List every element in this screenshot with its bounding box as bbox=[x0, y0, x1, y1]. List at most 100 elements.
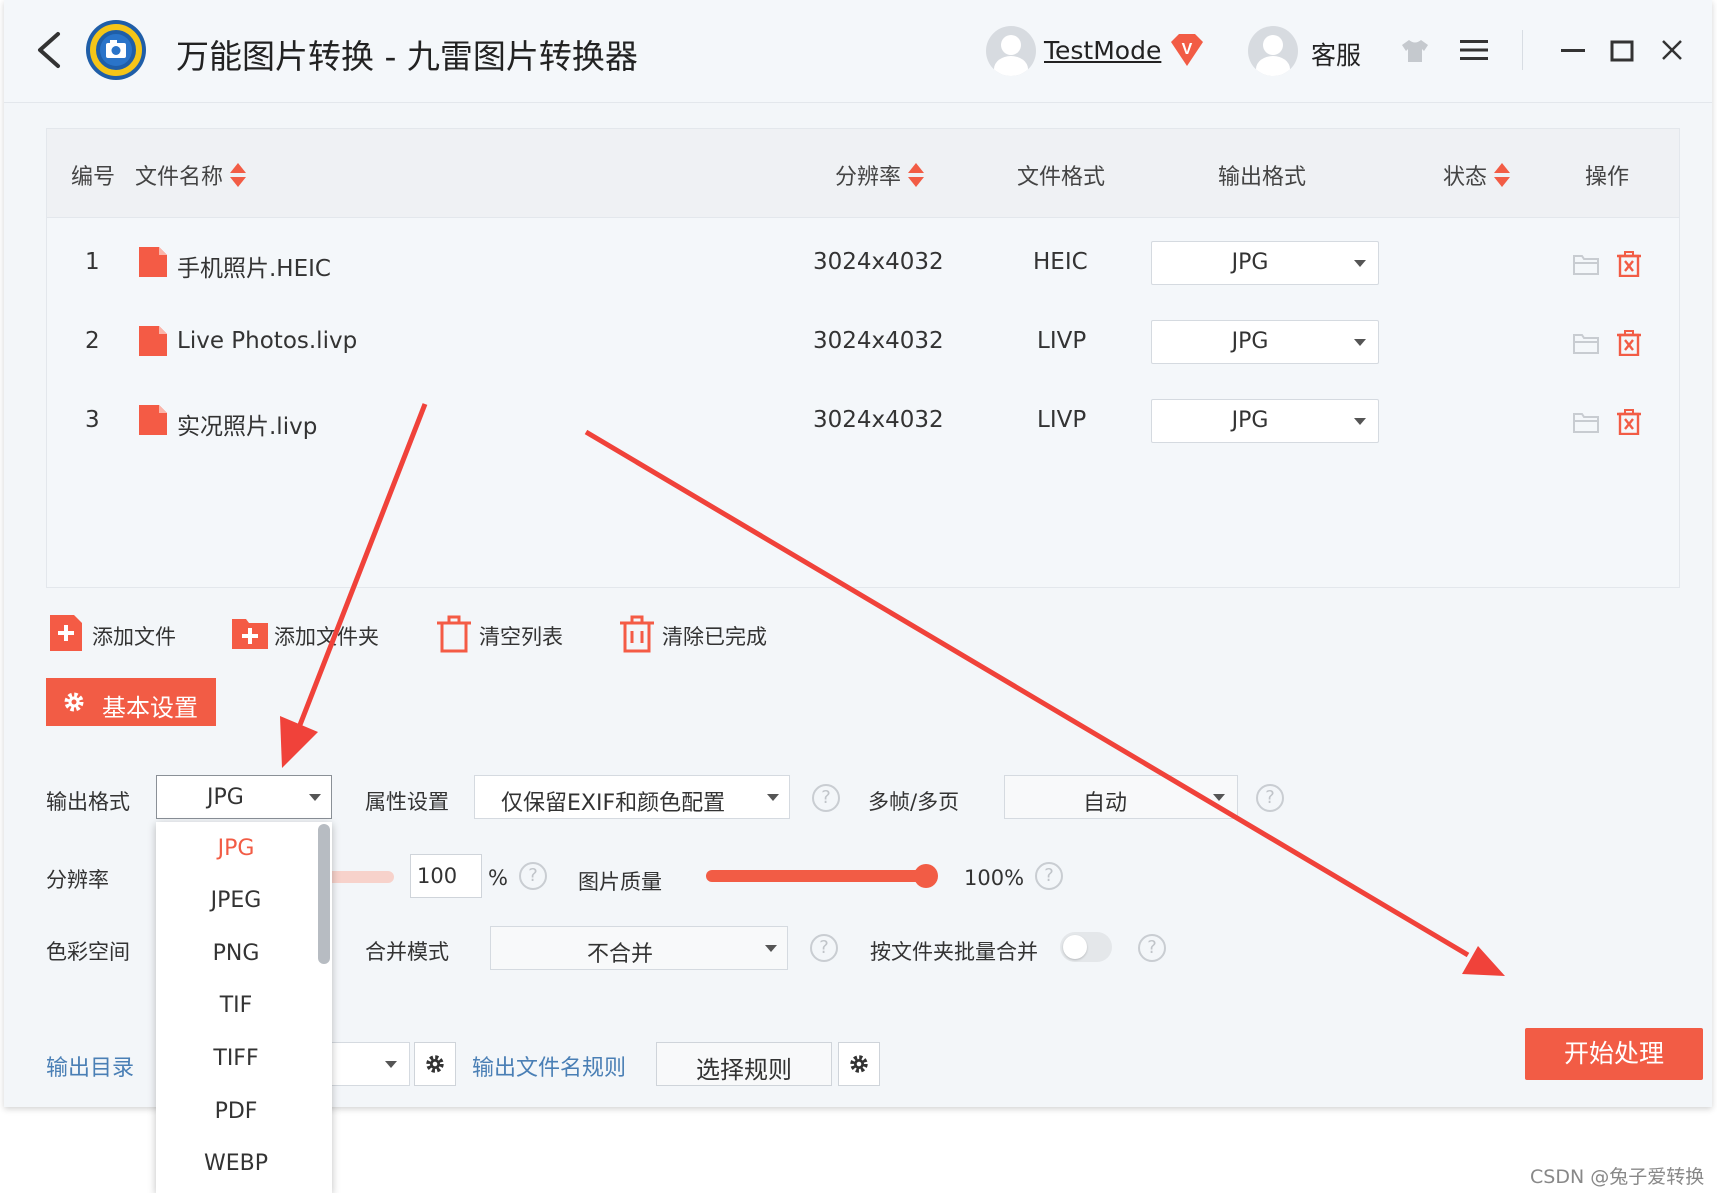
dropdown-option-pdf[interactable]: PDF bbox=[156, 1099, 316, 1124]
delete-icon[interactable] bbox=[1617, 330, 1641, 356]
row-filename: Live Photos.livp bbox=[177, 328, 358, 354]
merge-by-folder-label: 按文件夹批量合并 bbox=[870, 940, 1038, 964]
resolution-input[interactable]: 100 bbox=[410, 854, 482, 898]
clear-list-button[interactable]: 清空列表 bbox=[437, 613, 577, 653]
add-folder-icon bbox=[232, 619, 268, 649]
header-resolution[interactable]: 分辨率 bbox=[835, 159, 925, 191]
watermark-text: CSDN @兔子爱转换 bbox=[1530, 1166, 1705, 1188]
sort-icon[interactable] bbox=[907, 162, 925, 188]
dropdown-option-jpeg[interactable]: JPEG bbox=[156, 888, 316, 913]
header-output-format: 输出格式 bbox=[1218, 165, 1307, 190]
add-file-icon bbox=[50, 615, 82, 651]
delete-icon[interactable] bbox=[1617, 251, 1641, 277]
menu-hamburger-icon[interactable] bbox=[1458, 38, 1490, 62]
image-quality-slider-handle[interactable] bbox=[914, 864, 938, 888]
table-row[interactable]: 3 实况照片.livp 3024x4032 LIVP JPG bbox=[47, 385, 1679, 463]
open-folder-icon[interactable] bbox=[1573, 411, 1599, 433]
chevron-down-icon bbox=[1213, 794, 1225, 801]
merge-by-folder-toggle[interactable] bbox=[1060, 932, 1112, 962]
row-file-format: LIVP bbox=[1037, 407, 1087, 433]
row-filename: 手机照片.HEIC bbox=[177, 256, 331, 282]
header-file-format: 文件格式 bbox=[1017, 165, 1106, 190]
multiframe-value: 自动 bbox=[1083, 791, 1128, 816]
open-folder-icon[interactable] bbox=[1573, 332, 1599, 354]
customer-service-avatar[interactable] bbox=[1248, 26, 1298, 76]
maximize-icon[interactable] bbox=[1610, 40, 1634, 62]
header-filename[interactable]: 文件名称 bbox=[135, 159, 247, 191]
clear-completed-button[interactable]: 清除已完成 bbox=[620, 613, 780, 653]
gear-icon bbox=[64, 692, 84, 712]
help-icon[interactable]: ? bbox=[1035, 862, 1063, 890]
dropdown-option-tif[interactable]: TIF bbox=[156, 993, 316, 1018]
sort-icon[interactable] bbox=[1493, 162, 1511, 188]
table-row[interactable]: 1 手机照片.HEIC 3024x4032 HEIC JPG bbox=[47, 227, 1679, 305]
close-icon[interactable] bbox=[1660, 38, 1684, 62]
skin-shirt-icon[interactable] bbox=[1400, 38, 1430, 64]
multiframe-select[interactable]: 自动 bbox=[1004, 775, 1238, 819]
row-file-format: LIVP bbox=[1037, 328, 1087, 354]
row-output-format-select[interactable]: JPG bbox=[1151, 320, 1379, 364]
help-icon[interactable]: ? bbox=[812, 784, 840, 812]
vip-badge-icon[interactable]: V bbox=[1167, 32, 1207, 68]
header-status[interactable]: 状态 bbox=[1443, 159, 1511, 191]
output-format-select[interactable]: JPG bbox=[156, 775, 332, 819]
help-icon[interactable]: ? bbox=[1256, 784, 1284, 812]
merge-mode-select[interactable]: 不合并 bbox=[490, 926, 788, 970]
add-file-button[interactable]: 添加文件 bbox=[50, 613, 190, 653]
row-index: 3 bbox=[85, 407, 100, 433]
filename-rule-link[interactable]: 输出文件名规则 bbox=[472, 1050, 626, 1082]
attribute-settings-value: 仅保留EXIF和颜色配置 bbox=[501, 791, 726, 816]
clear-list-label: 清空列表 bbox=[479, 625, 563, 649]
help-icon[interactable]: ? bbox=[519, 862, 547, 890]
select-rule-button[interactable]: 选择规则 bbox=[656, 1042, 832, 1086]
basic-settings-label: 基本设置 bbox=[102, 694, 198, 722]
title-bar: 万能图片转换 - 九雷图片转换器 TestMode V 客服 bbox=[4, 0, 1712, 103]
basic-settings-tab[interactable]: 基本设置 bbox=[46, 678, 216, 726]
open-folder-icon[interactable] bbox=[1573, 253, 1599, 275]
image-quality-slider[interactable] bbox=[706, 870, 930, 882]
chevron-down-icon bbox=[1354, 339, 1366, 346]
row-index: 1 bbox=[85, 249, 100, 275]
row-filename: 实况照片.livp bbox=[177, 414, 318, 440]
table-row[interactable]: 2 Live Photos.livp 3024x4032 LIVP JPG bbox=[47, 306, 1679, 384]
percent-sign: % bbox=[488, 866, 508, 890]
start-processing-button[interactable]: 开始处理 bbox=[1525, 1028, 1703, 1080]
output-format-dropdown: JPG JPEG PNG TIF TIFF PDF WEBP bbox=[156, 822, 332, 1193]
dropdown-option-webp[interactable]: WEBP bbox=[156, 1151, 316, 1176]
dropdown-option-tiff[interactable]: TIFF bbox=[156, 1046, 316, 1071]
sort-icon[interactable] bbox=[229, 162, 247, 188]
minimize-icon[interactable] bbox=[1560, 38, 1586, 62]
row-output-format-value: JPG bbox=[1231, 250, 1269, 275]
header-status-label: 状态 bbox=[1443, 165, 1488, 190]
clear-completed-label: 清除已完成 bbox=[662, 625, 767, 649]
back-arrow-icon[interactable] bbox=[30, 28, 70, 72]
customer-service-label[interactable]: 客服 bbox=[1311, 36, 1361, 72]
table-header: 编号 文件名称 分辨率 文件格式 输出格式 状态 操作 bbox=[47, 129, 1679, 218]
dropdown-option-png[interactable]: PNG bbox=[156, 941, 316, 966]
row-resolution: 3024x4032 bbox=[813, 407, 944, 433]
delete-icon[interactable] bbox=[1617, 409, 1641, 435]
filename-rule-settings-button[interactable] bbox=[838, 1042, 880, 1086]
header-resolution-label: 分辨率 bbox=[835, 165, 902, 190]
add-file-label: 添加文件 bbox=[92, 625, 176, 649]
help-icon[interactable]: ? bbox=[810, 934, 838, 962]
image-file-icon bbox=[139, 247, 167, 277]
row-output-format-select[interactable]: JPG bbox=[1151, 399, 1379, 443]
row-output-format-select[interactable]: JPG bbox=[1151, 241, 1379, 285]
chevron-down-icon bbox=[385, 1061, 397, 1068]
output-directory-link[interactable]: 输出目录 bbox=[46, 1050, 134, 1082]
gear-icon bbox=[850, 1055, 868, 1073]
user-avatar[interactable] bbox=[986, 26, 1036, 76]
header-filename-label: 文件名称 bbox=[135, 165, 224, 190]
attribute-settings-select[interactable]: 仅保留EXIF和颜色配置 bbox=[474, 775, 790, 819]
chevron-down-icon bbox=[309, 794, 321, 801]
app-logo-icon bbox=[86, 20, 146, 80]
add-folder-button[interactable]: 添加文件夹 bbox=[232, 613, 392, 653]
image-quality-value: 100% bbox=[964, 866, 1025, 890]
output-format-label: 输出格式 bbox=[46, 790, 130, 814]
output-directory-settings-button[interactable] bbox=[414, 1042, 456, 1086]
dropdown-scrollbar[interactable] bbox=[318, 824, 330, 964]
help-icon[interactable]: ? bbox=[1138, 934, 1166, 962]
dropdown-option-jpg[interactable]: JPG bbox=[156, 836, 316, 861]
username-link[interactable]: TestMode bbox=[1044, 36, 1161, 65]
